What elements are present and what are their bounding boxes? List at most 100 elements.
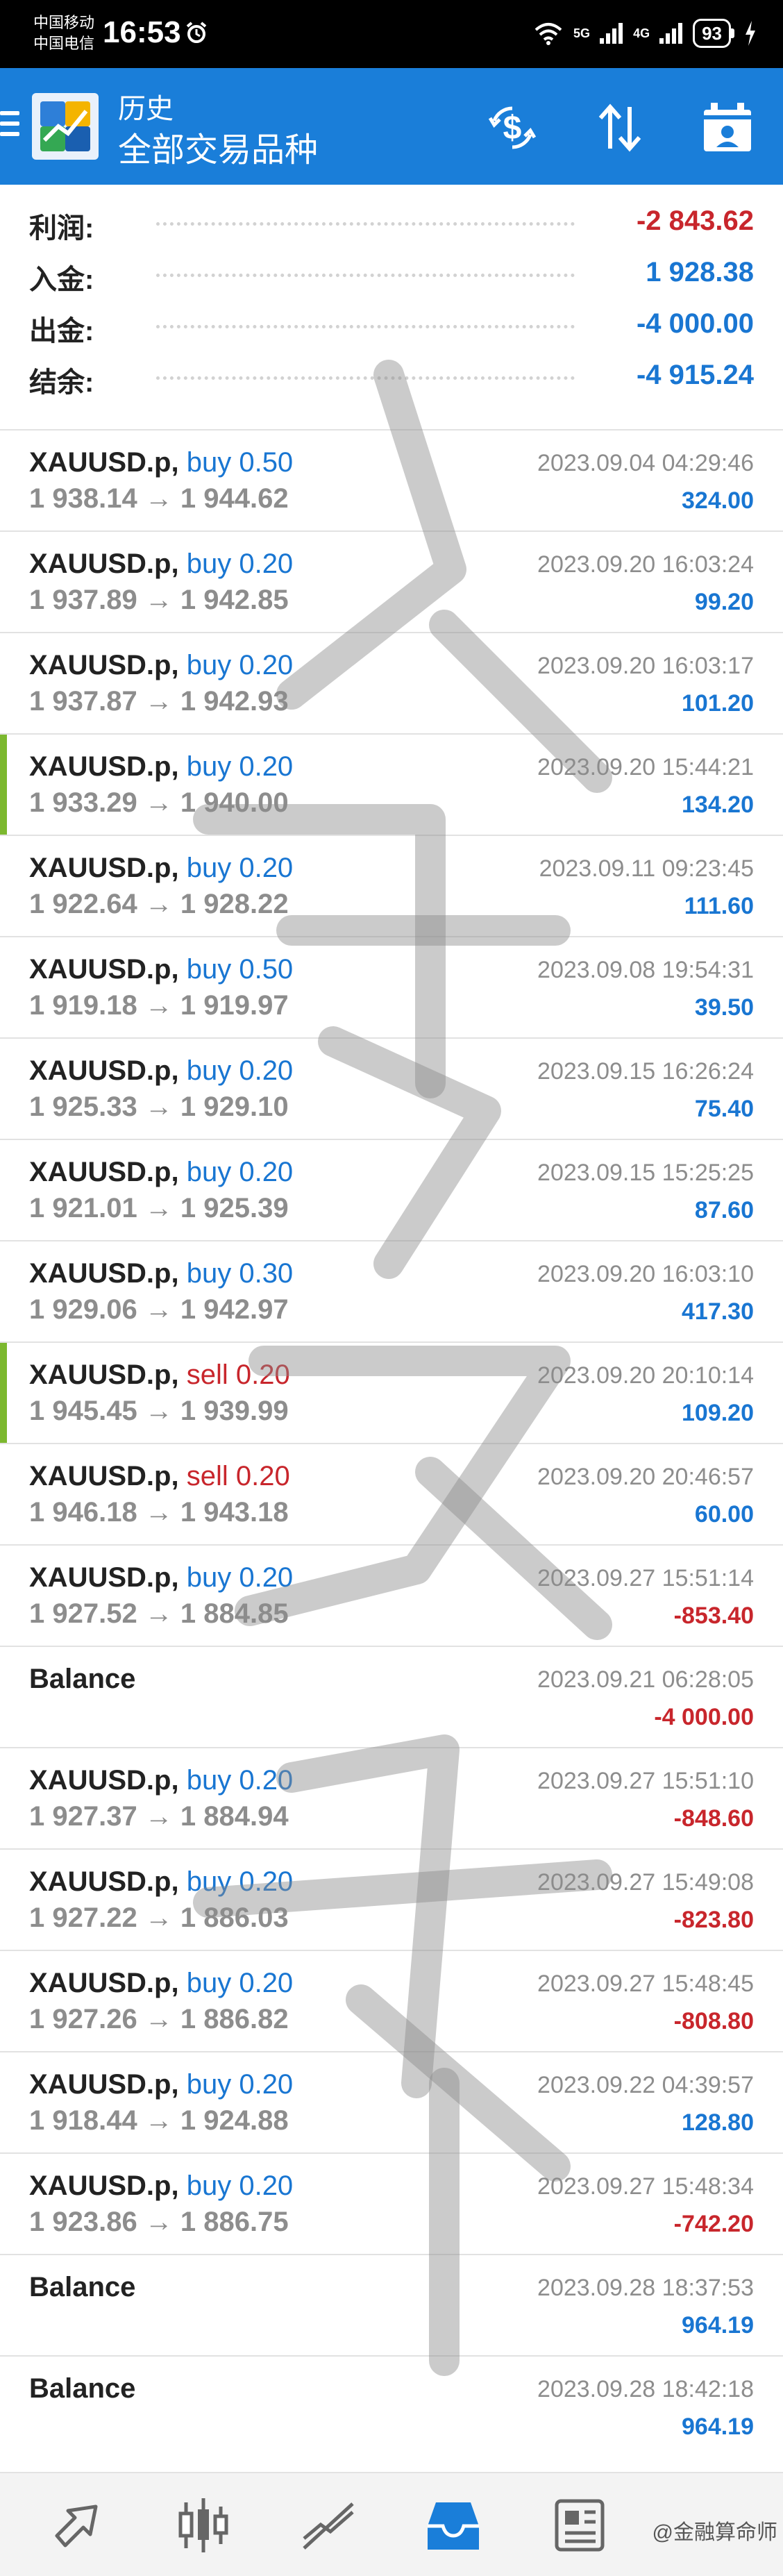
- summary-value: -2 843.62: [636, 206, 754, 236]
- trade-time: 2023.09.22 04:39:57: [537, 2072, 754, 2098]
- trade-row[interactable]: XAUUSD.p, sell 0.20 1 946.18 → 1 943.18 20…: [0, 1443, 783, 1544]
- symbol-name: XAUUSD.p,: [29, 2171, 179, 2201]
- trade-row[interactable]: XAUUSD.p, buy 0.20 1 923.86 → 1 886.75 202…: [0, 2152, 783, 2254]
- summary-label: 入金:: [29, 265, 94, 295]
- trade-profit: 128.80: [682, 2109, 754, 2136]
- trade-side: buy: [186, 447, 232, 478]
- carrier-2: 中国电信: [33, 35, 95, 52]
- trade-row[interactable]: XAUUSD.p, buy 0.20 1 927.52 → 1 884.85 202…: [0, 1544, 783, 1646]
- trade-row[interactable]: Balance 2023.09.28 18:42:18 964.19: [0, 2355, 783, 2457]
- trade-volume: 0.50: [239, 447, 294, 478]
- network-5g: 5G: [573, 26, 591, 40]
- trade-row[interactable]: Balance 2023.09.21 06:28:05 -4 000.00: [0, 1646, 783, 1747]
- symbol-name: Balance: [29, 2373, 136, 2404]
- app-header: 历史 全部交易品种 $: [0, 68, 783, 185]
- bottom-navigation: @金融算命师: [0, 2472, 783, 2576]
- trade-time: 2023.09.27 15:48:34: [537, 2173, 754, 2200]
- trade-profit: 60.00: [694, 1501, 754, 1528]
- summary-label: 出金:: [29, 316, 94, 346]
- trade-row[interactable]: XAUUSD.p, buy 0.50 1 919.18 → 1 919.97 202…: [0, 936, 783, 1037]
- trade-row[interactable]: XAUUSD.p, buy 0.50 1 938.14 → 1 944.62 202…: [0, 429, 783, 530]
- trade-row[interactable]: XAUUSD.p, buy 0.20 1 927.26 → 1 886.82 202…: [0, 1950, 783, 2051]
- trade-profit: -823.80: [673, 1907, 754, 1933]
- trade-prices: 1 923.86 → 1 886.75: [29, 2207, 289, 2237]
- trade-row[interactable]: XAUUSD.p, sell 0.20 1 945.45 → 1 939.99 20…: [0, 1341, 783, 1443]
- sort-icon[interactable]: [592, 100, 648, 156]
- trade-prices: 1 927.22 → 1 886.03: [29, 1902, 289, 1933]
- trade-volume: 0.20: [239, 751, 294, 782]
- trade-history-list: XAUUSD.p, buy 0.50 1 938.14 → 1 944.62 202…: [0, 429, 783, 2457]
- trend-icon[interactable]: [297, 2494, 360, 2557]
- trade-time: 2023.09.11 09:23:45: [539, 855, 754, 882]
- candlestick-icon[interactable]: [172, 2494, 235, 2557]
- symbol-name: XAUUSD.p,: [29, 2069, 179, 2100]
- trade-symbol: XAUUSD.p, buy 0.20: [29, 1765, 293, 1796]
- inbox-icon[interactable]: [422, 2494, 485, 2557]
- trade-side: buy: [186, 1765, 232, 1796]
- trade-symbol: XAUUSD.p, buy 0.20: [29, 549, 293, 580]
- symbol-name: XAUUSD.p,: [29, 1360, 179, 1390]
- trade-symbol: XAUUSD.p, buy 0.20: [29, 1866, 293, 1898]
- trade-side: buy: [186, 1258, 232, 1289]
- trade-symbol: XAUUSD.p, buy 0.20: [29, 2069, 293, 2100]
- symbol-filter[interactable]: 全部交易品种: [118, 122, 318, 171]
- battery-indicator: 93: [693, 19, 734, 48]
- svg-text:$: $: [503, 110, 522, 147]
- symbol-name: XAUUSD.p,: [29, 549, 179, 579]
- trade-symbol: XAUUSD.p, buy 0.20: [29, 1157, 293, 1188]
- trade-profit: 964.19: [682, 2414, 754, 2440]
- trade-symbol: XAUUSD.p, buy 0.50: [29, 954, 293, 985]
- trade-side: buy: [186, 1157, 232, 1187]
- symbol-name: XAUUSD.p,: [29, 1968, 179, 1998]
- trade-time: 2023.09.20 20:10:14: [537, 1362, 754, 1389]
- trade-volume: 0.20: [239, 1562, 294, 1593]
- trade-row[interactable]: Balance 2023.09.28 18:37:53 964.19: [0, 2254, 783, 2355]
- trade-row[interactable]: XAUUSD.p, buy 0.20 1 933.29 → 1 940.00 202…: [0, 733, 783, 835]
- trade-row[interactable]: XAUUSD.p, buy 0.20 1 927.37 → 1 884.94 202…: [0, 1747, 783, 1848]
- trade-profit: -853.40: [673, 1603, 754, 1629]
- trade-side: buy: [186, 1866, 232, 1897]
- trade-symbol: XAUUSD.p, buy 0.50: [29, 447, 293, 478]
- trade-row[interactable]: XAUUSD.p, buy 0.20 1 918.44 → 1 924.88 202…: [0, 2051, 783, 2152]
- trade-profit: 111.60: [684, 893, 754, 919]
- trade-row[interactable]: XAUUSD.p, buy 0.20 1 937.89 → 1 942.85 202…: [0, 530, 783, 632]
- trade-row[interactable]: XAUUSD.p, buy 0.20 1 937.87 → 1 942.93 202…: [0, 632, 783, 733]
- trade-prices: 1 927.26 → 1 886.82: [29, 2004, 289, 2034]
- trade-time: 2023.09.20 15:44:21: [537, 754, 754, 780]
- arrows-icon[interactable]: [47, 2494, 110, 2557]
- trade-prices: 1 927.52 → 1 884.85: [29, 1598, 289, 1629]
- trade-row[interactable]: XAUUSD.p, buy 0.20 1 922.64 → 1 928.22 202…: [0, 835, 783, 936]
- trade-prices: 1 925.33 → 1 929.10: [29, 1092, 289, 1122]
- trade-volume: 0.20: [239, 1765, 294, 1796]
- dollar-refresh-icon[interactable]: $: [485, 100, 540, 156]
- trade-volume: 0.20: [239, 2171, 294, 2201]
- calendar-icon[interactable]: [700, 100, 755, 156]
- signal-icon: [659, 23, 683, 44]
- battery-level: 93: [693, 19, 731, 48]
- alarm-icon: [186, 22, 207, 43]
- credit-watermark: @金融算命师: [652, 2521, 777, 2544]
- trade-symbol: XAUUSD.p, buy 0.20: [29, 1562, 293, 1594]
- trade-time: 2023.09.27 15:48:45: [537, 1971, 754, 1997]
- symbol-name: XAUUSD.p,: [29, 650, 179, 680]
- trade-time: 2023.09.27 15:49:08: [537, 1869, 754, 1896]
- trade-profit: 417.30: [682, 1298, 754, 1325]
- trade-row[interactable]: XAUUSD.p, buy 0.20 1 925.33 → 1 929.10 202…: [0, 1037, 783, 1139]
- summary-value: -4 000.00: [636, 308, 754, 339]
- news-icon[interactable]: [547, 2494, 609, 2557]
- trade-profit: 87.60: [694, 1197, 754, 1223]
- trade-time: 2023.09.20 16:03:17: [537, 653, 754, 679]
- trade-prices: 1 933.29 → 1 940.00: [29, 787, 289, 818]
- menu-icon[interactable]: [0, 111, 19, 142]
- trade-symbol: XAUUSD.p, buy 0.20: [29, 751, 293, 783]
- trade-profit: -4 000.00: [654, 1704, 754, 1730]
- carrier-info: 中国移动 中国电信: [33, 12, 94, 54]
- trade-row[interactable]: XAUUSD.p, buy 0.20 1 921.01 → 1 925.39 202…: [0, 1139, 783, 1240]
- trade-time: 2023.09.21 06:28:05: [537, 1666, 754, 1693]
- trade-time: 2023.09.20 16:03:10: [537, 1261, 754, 1287]
- trade-row[interactable]: XAUUSD.p, buy 0.20 1 927.22 → 1 886.03 202…: [0, 1848, 783, 1950]
- trade-prices: 1 918.44 → 1 924.88: [29, 2105, 289, 2136]
- trade-row[interactable]: XAUUSD.p, buy 0.30 1 929.06 → 1 942.97 202…: [0, 1240, 783, 1341]
- trade-symbol: Balance: [29, 2373, 135, 2404]
- trade-prices: 1 921.01 → 1 925.39: [29, 1193, 289, 1223]
